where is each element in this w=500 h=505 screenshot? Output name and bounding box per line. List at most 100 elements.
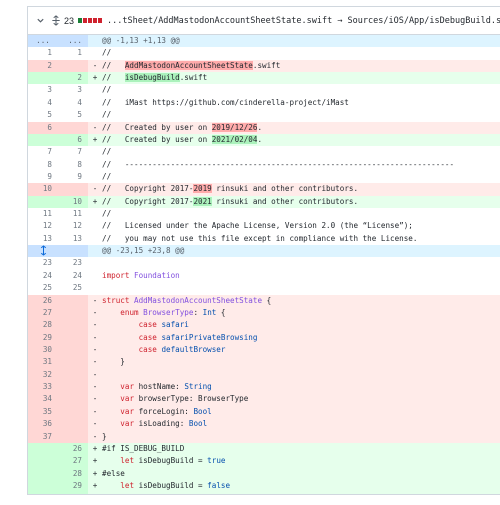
new-line-number[interactable] — [58, 59, 88, 73]
code-segment: // — [102, 48, 112, 58]
old-line-number[interactable]: 29 — [28, 331, 58, 344]
old-line-number[interactable]: 36 — [28, 418, 58, 431]
diff-line: 5 5 // — [28, 109, 500, 122]
new-line-number[interactable]: 13 — [58, 232, 88, 246]
old-line-number[interactable]: 5 — [28, 109, 58, 122]
old-line-number[interactable]: 10 — [28, 183, 58, 196]
new-line-number[interactable]: 9 — [58, 170, 88, 184]
new-line-number[interactable]: 12 — [58, 220, 88, 233]
new-line-number[interactable] — [58, 430, 88, 443]
old-line-number[interactable]: 3 — [28, 84, 58, 97]
file-path[interactable]: ...tSheet/AddMastodonAccountSheetState.s… — [107, 16, 500, 26]
new-line-number[interactable]: 10 — [58, 195, 88, 209]
old-line-number[interactable]: 1 — [28, 47, 58, 60]
new-line-number[interactable]: 29 — [58, 479, 88, 493]
diff-sign: - — [92, 307, 98, 317]
old-line-number[interactable]: 2 — [28, 59, 58, 73]
new-line-number[interactable] — [58, 405, 88, 419]
old-line-number[interactable]: 8 — [28, 158, 58, 171]
old-line-number[interactable]: 27 — [28, 306, 58, 320]
new-line-number[interactable] — [58, 343, 88, 357]
new-line-number[interactable]: 24 — [58, 269, 88, 283]
code-segment: // Licensed under the Apache License, Ve… — [102, 221, 413, 231]
new-line-number[interactable]: 28 — [58, 467, 88, 480]
new-line-number[interactable]: 11 — [58, 208, 88, 221]
old-line-number[interactable] — [28, 133, 58, 147]
new-line-number[interactable]: 7 — [58, 146, 88, 159]
code-text: #else — [102, 468, 500, 480]
old-line-number[interactable]: 24 — [28, 269, 58, 283]
old-line-number[interactable] — [28, 479, 58, 493]
old-line-number[interactable]: 9 — [28, 170, 58, 184]
new-line-number[interactable]: ... — [58, 35, 88, 48]
new-line-number[interactable] — [58, 306, 88, 320]
old-line-number[interactable] — [28, 455, 58, 468]
new-line-number[interactable] — [58, 331, 88, 344]
old-line-number[interactable]: 31 — [28, 356, 58, 369]
unfold-icon[interactable] — [51, 15, 61, 26]
new-line-number[interactable]: 2 — [58, 72, 88, 85]
old-line-number[interactable]: 12 — [28, 220, 58, 233]
diff-line: 10 -// Copyright 2017-2019 rinsuki and ot… — [28, 183, 500, 196]
code-text: // isDebugBuild.swift — [102, 72, 500, 84]
old-line-number[interactable] — [28, 467, 58, 480]
new-line-number[interactable]: 30 — [58, 492, 88, 494]
diff-sign — [88, 109, 102, 121]
old-line-number[interactable]: 26 — [28, 294, 58, 307]
new-line-number[interactable] — [58, 294, 88, 307]
code-token: struct — [102, 295, 130, 305]
old-line-number[interactable]: 25 — [28, 282, 58, 295]
new-line-number[interactable]: 5 — [58, 109, 88, 122]
old-line-number[interactable]: 30 — [28, 343, 58, 357]
old-line-number[interactable]: 11 — [28, 208, 58, 221]
code-token: forceLogin: — [134, 406, 194, 416]
old-line-number[interactable]: 4 — [28, 96, 58, 110]
new-line-number[interactable] — [58, 183, 88, 196]
diff-line: 30 - case defaultBrowser — [28, 343, 500, 357]
old-line-number[interactable]: 37 — [28, 430, 58, 443]
changed-text-highlight: isDebugBuild — [124, 73, 180, 83]
old-line-number[interactable]: 33 — [28, 381, 58, 394]
old-line-number[interactable]: 35 — [28, 405, 58, 419]
new-line-number[interactable] — [58, 368, 88, 382]
new-line-number[interactable] — [58, 381, 88, 394]
old-line-number[interactable]: ... — [28, 35, 58, 48]
old-line-number[interactable] — [28, 72, 58, 85]
diff-sign — [88, 282, 102, 294]
new-line-number[interactable] — [58, 121, 88, 134]
code-segment: // Copyright 2017- — [102, 196, 194, 206]
new-line-number[interactable]: 6 — [58, 133, 88, 147]
diff-line: 35 - var forceLogin: Bool — [28, 405, 500, 419]
old-line-number[interactable]: 13 — [28, 232, 58, 246]
code-text: var hostName: String — [102, 381, 500, 393]
new-line-number[interactable]: 1 — [58, 47, 88, 60]
chevron-down-icon[interactable] — [36, 16, 45, 25]
new-line-number[interactable]: 25 — [58, 282, 88, 295]
new-line-number[interactable] — [58, 393, 88, 406]
new-line-number[interactable] — [58, 245, 88, 258]
old-line-number[interactable]: 7 — [28, 146, 58, 159]
new-line-number[interactable]: 27 — [58, 455, 88, 468]
new-line-number[interactable]: 26 — [58, 442, 88, 456]
new-line-number[interactable]: 8 — [58, 158, 88, 171]
expand-hunk-icon[interactable] — [28, 245, 58, 258]
new-line-number[interactable] — [58, 356, 88, 369]
new-line-number[interactable]: 4 — [58, 96, 88, 110]
old-line-number[interactable] — [28, 195, 58, 209]
new-line-number[interactable]: 3 — [58, 84, 88, 97]
code-token: { — [216, 307, 226, 317]
new-line-number[interactable] — [58, 418, 88, 431]
old-line-number[interactable] — [28, 492, 58, 494]
diffstat-square — [78, 18, 83, 23]
old-line-number[interactable]: 32 — [28, 368, 58, 382]
code-text: // — [102, 208, 500, 220]
new-line-number[interactable] — [58, 319, 88, 332]
old-line-number[interactable]: 28 — [28, 319, 58, 332]
old-line-number[interactable]: 23 — [28, 257, 58, 270]
diff-line: 28 - case safari — [28, 319, 500, 332]
old-line-number[interactable]: 34 — [28, 393, 58, 406]
old-line-number[interactable]: 6 — [28, 121, 58, 134]
old-line-number[interactable] — [28, 442, 58, 456]
new-line-number[interactable]: 23 — [58, 257, 88, 270]
code-text: // iMast https://github.com/cinderella-p… — [102, 97, 500, 109]
